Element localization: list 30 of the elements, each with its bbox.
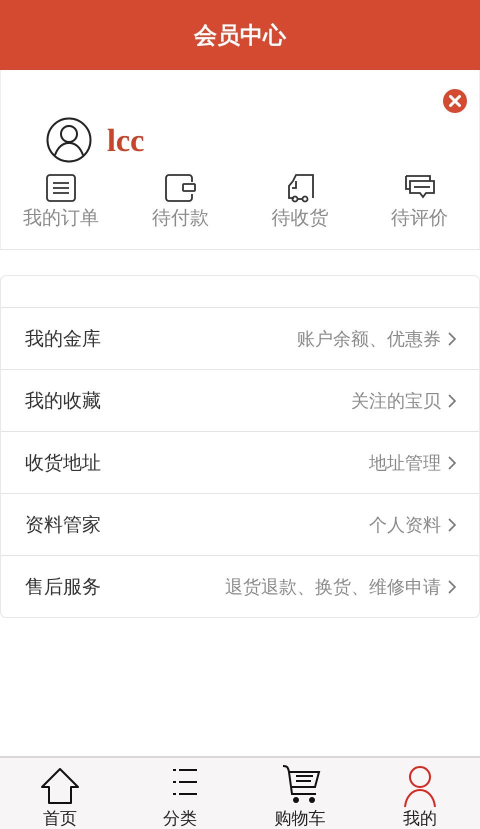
menu-row[interactable]: 我的收藏 关注的宝贝 <box>1 370 479 432</box>
menu-detail: 地址管理 <box>369 452 441 474</box>
menu-detail: 退货退款、换货、维修申请 <box>225 576 441 598</box>
tab[interactable]: 分类 <box>120 758 240 829</box>
menu-detail: 关注的宝贝 <box>351 390 441 412</box>
chevron-right-icon <box>447 516 457 532</box>
wallet-icon <box>163 173 198 203</box>
menu-row[interactable]: 资料管家 个人资料 <box>1 494 479 556</box>
page-title: 会员中心 <box>0 0 480 70</box>
menu-label: 我的金库 <box>25 326 102 352</box>
menu-row[interactable]: 我的金库 账户余额、优惠券 <box>1 308 479 370</box>
chevron-right-icon <box>447 454 457 470</box>
chevron-right-icon <box>447 330 457 346</box>
close-icon[interactable] <box>443 89 467 113</box>
tab[interactable]: 我的 <box>360 758 480 829</box>
menu-detail: 账户余额、优惠券 <box>297 328 441 350</box>
tab[interactable]: 首页 <box>0 758 120 829</box>
avatar-icon[interactable] <box>46 117 92 163</box>
list-icon <box>44 173 78 203</box>
menu-label: 我的收藏 <box>25 388 102 414</box>
menu-label: 资料管家 <box>25 512 102 538</box>
menu-row[interactable]: 售后服务 退货退款、换货、维修申请 <box>1 556 479 617</box>
username: lcc <box>107 122 144 158</box>
chevron-right-icon <box>447 578 457 594</box>
menu-row[interactable]: 收货地址 地址管理 <box>1 432 479 494</box>
menu-label: 售后服务 <box>25 574 102 600</box>
menu-label: 收货地址 <box>25 450 102 476</box>
chevron-right-icon <box>447 392 457 408</box>
tab[interactable]: 购物车 <box>240 758 360 829</box>
menu-detail: 个人资料 <box>369 514 441 536</box>
